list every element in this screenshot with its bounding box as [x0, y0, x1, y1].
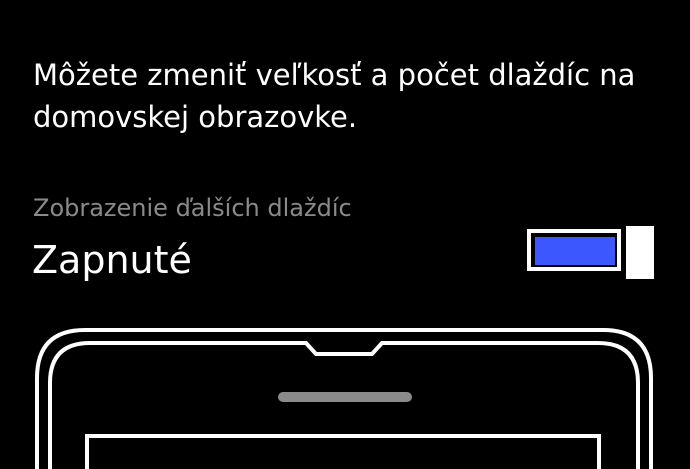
phone-speaker: [278, 392, 412, 402]
more-tiles-toggle[interactable]: [527, 226, 655, 279]
setting-label: Zobrazenie ďalších dlaždíc: [33, 194, 352, 222]
phone-inner-frame: [48, 341, 640, 469]
toggle-fill: [535, 237, 615, 265]
setting-state: Zapnuté: [32, 238, 192, 282]
toggle-thumb: [626, 226, 654, 279]
description-text: Môžete zmeniť veľkosť a počet dlaždíc na…: [33, 58, 636, 134]
phone-screen: [85, 434, 601, 469]
phone-preview-icon: [35, 328, 653, 469]
